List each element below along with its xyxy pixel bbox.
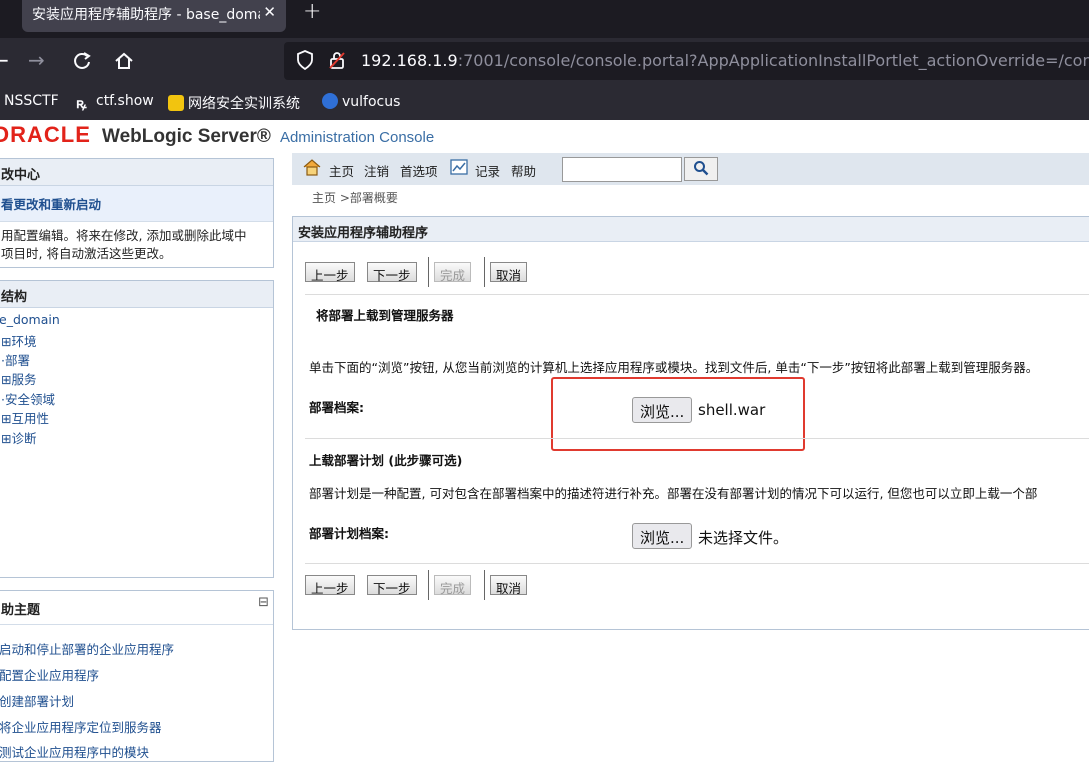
bookmarks-toolbar: NSSCTF ꝶ ctf.show 网络安全实训系统 vulfocus (0, 84, 1089, 120)
help-link-configure[interactable]: 配置企业应用程序 (0, 665, 99, 684)
tree-item-services[interactable]: ⊞服务 (1, 369, 37, 388)
tree-item-domain[interactable]: e_domain (0, 312, 60, 327)
change-center-text: 用配置编辑。将来在修改, 添加或删除此域中 项目时, 将自动激活这些更改。 (0, 222, 273, 263)
browser-nav-bar: ← → 192.168.1.9:7001/console/console.por… (0, 38, 1089, 84)
console-brand: ORACLE WebLogic Server® Administration C… (0, 122, 434, 148)
change-center-link-row: 看更改和重新启动 (0, 186, 273, 222)
toolbar-record-link[interactable]: 记录 (475, 161, 500, 180)
address-bar[interactable]: 192.168.1.9:7001/console/console.portal?… (284, 42, 1089, 80)
highlight-box (551, 377, 805, 451)
forward-arrow-icon[interactable]: → (28, 48, 45, 72)
oracle-logo: ORACLE (0, 122, 91, 147)
tree-item-interoperability[interactable]: ⊞互用性 (1, 408, 49, 427)
toolbar-search-input[interactable] (562, 157, 682, 182)
tree-item-diagnostics[interactable]: ⊞诊断 (1, 428, 37, 447)
change-center-panel: 改中心 看更改和重新启动 用配置编辑。将来在修改, 添加或删除此域中 项目时, … (0, 158, 274, 268)
toolbar-preferences-link[interactable]: 首选项 (400, 161, 438, 180)
collapse-icon[interactable]: ⊟ (258, 595, 269, 610)
finish-button[interactable]: 完成 (434, 575, 472, 596)
toolbar-help-link[interactable]: 帮助 (511, 161, 536, 180)
close-tab-icon[interactable]: ✕ (263, 3, 276, 21)
weblogic-console-page: ORACLE WebLogic Server® Administration C… (0, 120, 1089, 762)
upload-instructions: 单击下面的“浏览”按钮, 从您当前浏览的计算机上选择应用程序或模块。找到文件后,… (309, 360, 1039, 375)
plan-section-title: 上载部署计划 (此步骤可选) (309, 453, 463, 468)
domain-structure-title: 结构 (0, 281, 273, 308)
url-text: 192.168.1.9:7001/console/console.portal?… (361, 51, 1089, 70)
tree-item-environment[interactable]: ⊞环境 (1, 331, 37, 350)
finish-button[interactable]: 完成 (434, 262, 472, 283)
tab-title: 安装应用程序辅助程序 - base_domain (32, 7, 260, 23)
button-separator (484, 257, 485, 287)
shield-icon[interactable] (296, 50, 314, 70)
help-link-create-plan[interactable]: 创建部署计划 (0, 691, 74, 710)
help-topics-header: 助主题 ⊟ (0, 591, 273, 625)
help-topics-title: 助主题 (1, 603, 41, 618)
change-center-text-line: 项目时, 将自动激活这些更改。 (1, 246, 172, 261)
reload-icon[interactable] (72, 51, 92, 71)
browser-tab[interactable]: 安装应用程序辅助程序 - base_domain ✕ (22, 0, 286, 32)
install-assistant-panel: 安装应用程序辅助程序 上一步 下一步 完成 取消 将部署上载到管理服务器 单击下… (292, 216, 1089, 630)
search-icon (694, 161, 709, 176)
admin-console-title: Administration Console (279, 129, 435, 146)
help-link-start-stop[interactable]: 启动和停止部署的企业应用程序 (0, 639, 174, 658)
vulfocus-shield-icon (322, 93, 338, 109)
help-link-test-modules[interactable]: 测试企业应用程序中的模块 (0, 742, 149, 761)
cancel-button[interactable]: 取消 (490, 575, 528, 596)
new-tab-button[interactable]: + (303, 0, 321, 24)
record-icon[interactable] (450, 159, 468, 175)
console-toolbar: 主页 注销 首选项 记录 帮助 (292, 153, 1089, 185)
bookmark-vulfocus[interactable]: vulfocus (322, 93, 400, 110)
ninja-icon: ꝶ (76, 96, 87, 112)
home-icon[interactable] (114, 51, 134, 71)
change-center-title: 改中心 (0, 159, 273, 186)
bookmark-training-system[interactable]: 网络安全实训系统 (168, 93, 300, 113)
plan-instructions: 部署计划是一种配置, 可对包含在部署档案中的描述符进行补充。部署在没有部署计划的… (309, 486, 1038, 501)
browser-tab-bar: 安装应用程序辅助程序 - base_domain ✕ + (0, 0, 1089, 38)
bookmark-label: vulfocus (342, 94, 401, 110)
domain-structure-panel: 结构 e_domain ⊞环境 ·部署 ⊞服务 ·安全领域 ⊞互用性 ⊞诊断 (0, 280, 274, 578)
toolbar-logout-link[interactable]: 注销 (364, 161, 389, 180)
breadcrumb[interactable]: 主页 >部署概要 (312, 189, 398, 206)
training-system-icon (168, 95, 184, 111)
view-changes-link[interactable]: 看更改和重新启动 (1, 197, 101, 212)
toolbar-home-link[interactable]: 主页 (329, 161, 354, 180)
back-button[interactable]: 上一步 (305, 575, 355, 596)
button-separator (428, 257, 429, 287)
weblogic-server-title: WebLogic Server® (101, 126, 271, 147)
cancel-button[interactable]: 取消 (490, 262, 528, 283)
bookmark-label: ctf.show (96, 93, 154, 109)
next-button[interactable]: 下一步 (367, 575, 417, 596)
divider (305, 294, 1089, 295)
home-icon[interactable] (303, 159, 321, 176)
change-center-text-line: 用配置编辑。将来在修改, 添加或删除此域中 (1, 228, 247, 243)
help-link-target[interactable]: 将企业应用程序定位到服务器 (0, 717, 162, 736)
plan-browse-button[interactable]: 浏览... (632, 523, 693, 549)
tree-item-deployments[interactable]: ·部署 (1, 350, 30, 369)
plan-file-name: 未选择文件。 (698, 529, 789, 547)
archive-label: 部署档案: (309, 400, 364, 415)
insecure-lock-icon[interactable] (328, 50, 346, 70)
divider (305, 438, 1089, 439)
bookmark-label: 网络安全实训系统 (188, 96, 300, 112)
back-button[interactable]: 上一步 (305, 262, 355, 283)
assistant-header: 安装应用程序辅助程序 (293, 217, 1089, 242)
upload-section-title: 将部署上载到管理服务器 (316, 308, 454, 323)
divider (305, 563, 1089, 564)
assistant-title: 安装应用程序辅助程序 (298, 226, 429, 241)
back-arrow-icon[interactable]: ← (0, 48, 9, 72)
next-button[interactable]: 下一步 (367, 262, 417, 283)
button-separator (428, 570, 429, 600)
plan-label: 部署计划档案: (309, 526, 389, 541)
bookmark-ctfshow[interactable]: ꝶ ctf.show (76, 93, 154, 112)
button-separator (484, 570, 485, 600)
help-topics-panel: 助主题 ⊟ 启动和停止部署的企业应用程序 配置企业应用程序 创建部署计划 将企业… (0, 590, 274, 762)
tree-item-security-realms[interactable]: ·安全领域 (1, 389, 55, 408)
bookmark-nssctf[interactable]: NSSCTF (4, 93, 59, 109)
search-button[interactable] (684, 157, 718, 181)
